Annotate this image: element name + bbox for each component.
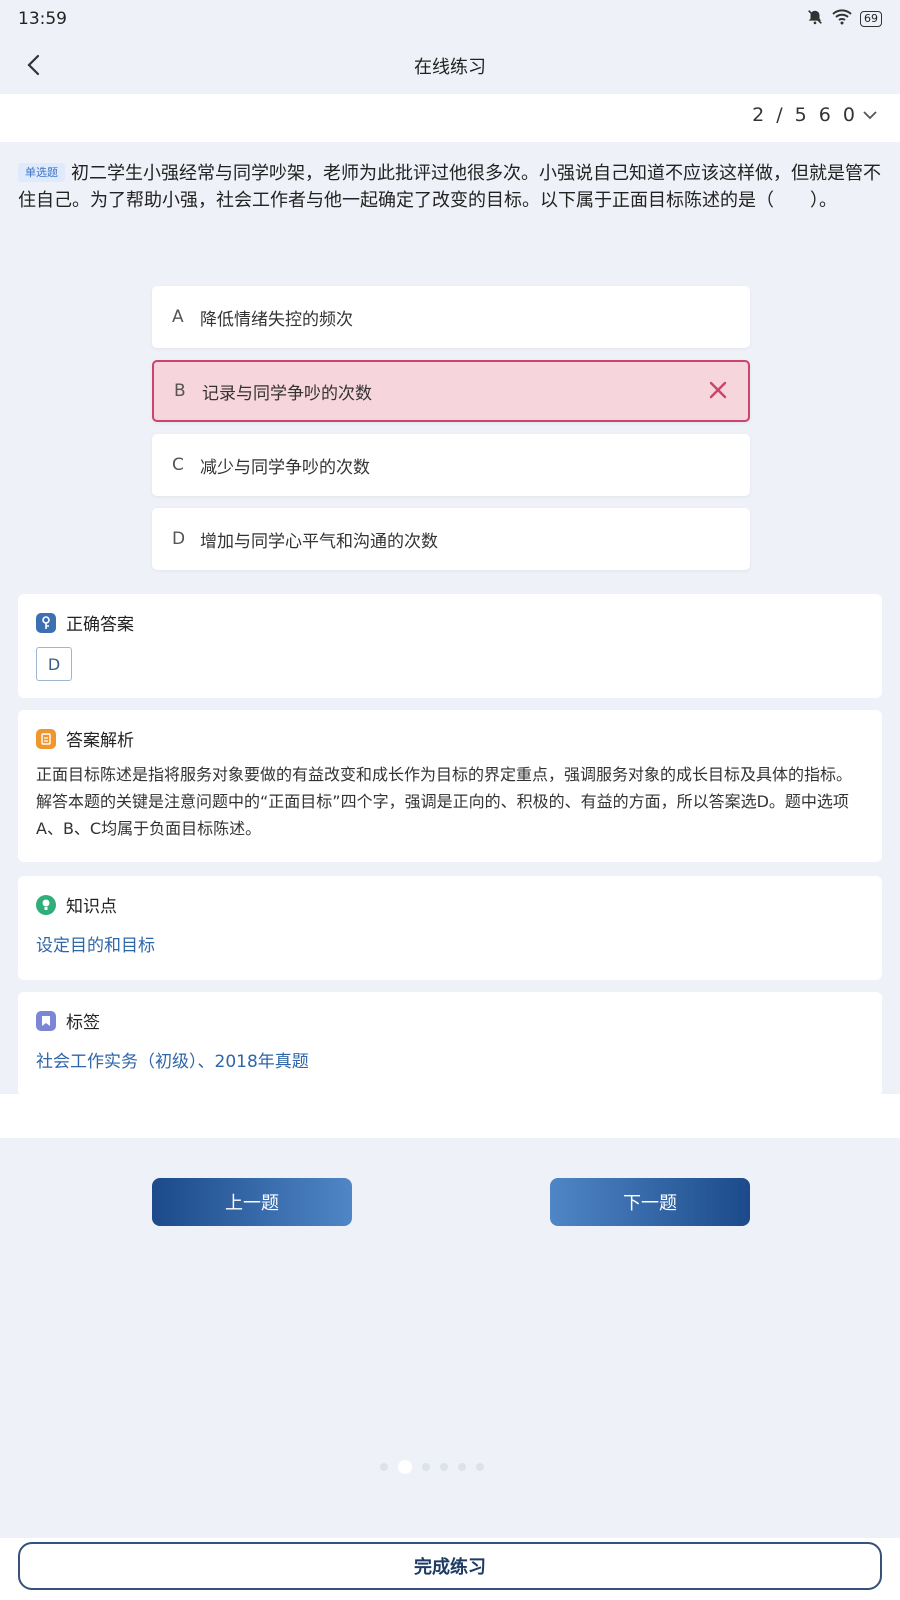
section-divider <box>0 1094 900 1138</box>
back-icon[interactable] <box>18 50 48 80</box>
option-letter: C <box>172 455 184 475</box>
correct-answer-card: 正确答案 D <box>18 594 882 698</box>
page-indicator <box>380 1460 484 1474</box>
wrong-mark-icon <box>708 380 728 405</box>
option-letter: B <box>174 381 186 401</box>
correct-answer-header: 正确答案 <box>36 610 864 635</box>
question-type-badge: 单选题 <box>18 163 65 182</box>
battery-icon: 69 <box>860 11 882 27</box>
analysis-header: 答案解析 <box>36 726 864 751</box>
knowledge-card: 知识点 设定目的和目标 <box>18 876 882 980</box>
option-list: A 降低情绪失控的频次 B 记录与同学争吵的次数 C 减少与同学争吵的次数 D … <box>152 286 750 582</box>
lightbulb-icon <box>36 894 56 915</box>
tags-header: 标签 <box>36 1008 864 1033</box>
analysis-text: 正面目标陈述是指将服务对象要做的有益改变和成长作为目标的界定重点，强调服务对象的… <box>36 765 853 838</box>
question-stem: 单选题 初二学生小强经常与同学吵架，老师为此批评过他很多次。小强说自己知道不应该这… <box>18 160 882 214</box>
wifi-icon <box>832 9 852 29</box>
option-d[interactable]: D 增加与同学心平气和沟通的次数 <box>152 508 750 570</box>
question-text: 初二学生小强经常与同学吵架，老师为此批评过他很多次。小强说自己知道不应该这样做，… <box>18 163 881 211</box>
status-bar: 13:59 69 <box>0 0 900 38</box>
option-text: 增加与同学心平气和沟通的次数 <box>200 531 438 552</box>
page-dot <box>422 1463 430 1471</box>
question-progress: 2 / 5 6 0 <box>752 104 858 126</box>
correct-answer-value: D <box>36 647 72 681</box>
option-text: 降低情绪失控的频次 <box>200 309 353 330</box>
page-title: 在线练习 <box>414 57 486 78</box>
document-icon <box>36 728 56 749</box>
mute-icon <box>806 8 824 30</box>
option-letter: D <box>172 529 186 549</box>
bottom-bar: 完成练习 <box>0 1538 900 1600</box>
page-dot <box>476 1463 484 1471</box>
next-question-button[interactable]: 下一题 <box>550 1178 750 1226</box>
correct-answer-title: 正确答案 <box>66 615 134 635</box>
status-time: 13:59 <box>18 9 67 29</box>
key-icon <box>36 612 56 633</box>
page-dot <box>458 1463 466 1471</box>
progress-row: 2 / 5 6 0 <box>0 94 900 142</box>
option-c[interactable]: C 减少与同学争吵的次数 <box>152 434 750 496</box>
option-text: 记录与同学争吵的次数 <box>202 383 372 404</box>
option-text: 减少与同学争吵的次数 <box>200 457 370 478</box>
bookmark-icon <box>36 1010 56 1031</box>
option-b[interactable]: B 记录与同学争吵的次数 <box>152 360 750 422</box>
status-icons: 69 <box>806 8 882 30</box>
analysis-card: 答案解析 正面目标陈述是指将服务对象要做的有益改变和成长作为目标的界定重点，强调… <box>18 710 882 862</box>
page-dot <box>380 1463 388 1471</box>
finish-practice-button[interactable]: 完成练习 <box>18 1542 882 1590</box>
question-progress-selector[interactable]: 2 / 5 6 0 <box>752 104 878 126</box>
prev-question-button[interactable]: 上一题 <box>152 1178 352 1226</box>
top-bar: 在线练习 <box>0 38 900 94</box>
chevron-down-icon <box>862 104 878 126</box>
page-dot <box>440 1463 448 1471</box>
tags-title: 标签 <box>66 1013 100 1033</box>
analysis-title: 答案解析 <box>66 731 134 751</box>
knowledge-point-link[interactable]: 设定目的和目标 <box>36 931 864 956</box>
page-dot-active <box>398 1460 412 1474</box>
option-a[interactable]: A 降低情绪失控的频次 <box>152 286 750 348</box>
knowledge-title: 知识点 <box>66 897 117 917</box>
knowledge-header: 知识点 <box>36 892 864 917</box>
tags-value[interactable]: 社会工作实务（初级）、2018年真题 <box>36 1047 864 1072</box>
tags-card: 标签 社会工作实务（初级）、2018年真题 <box>18 992 882 1096</box>
option-letter: A <box>172 307 184 327</box>
